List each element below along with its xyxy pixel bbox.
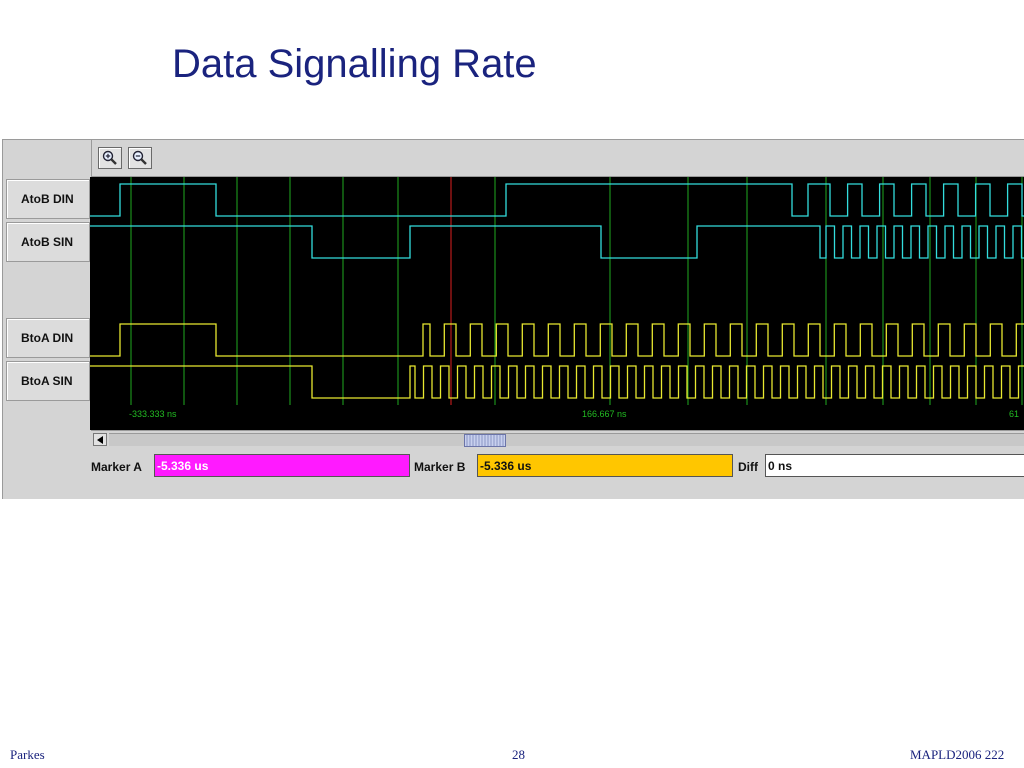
scrollbar-track[interactable]	[109, 433, 1024, 447]
slide-title: Data Signalling Rate	[172, 42, 537, 86]
marker-a-label: Marker A	[91, 460, 142, 474]
zoom-out-icon	[132, 150, 147, 165]
signal-label-btoa-din[interactable]: BtoA DIN	[6, 318, 90, 358]
footer-page-number: 28	[512, 747, 525, 762]
footer-author: Parkes	[10, 747, 45, 762]
signal-label-btoa-sin[interactable]: BtoA SIN	[6, 361, 90, 401]
zoom-in-icon	[102, 150, 117, 165]
signal-label-atob-sin[interactable]: AtoB SIN	[6, 222, 90, 262]
waveform-background	[90, 177, 1024, 430]
signal-label-atob-din[interactable]: AtoB DIN	[6, 179, 90, 219]
waveform-display[interactable]: -333.333 ns 166.667 ns 61	[90, 177, 1024, 430]
time-tick-label: 166.667 ns	[582, 409, 627, 419]
diff-field[interactable]: 0 ns	[765, 454, 1024, 477]
horizontal-scrollbar[interactable]	[91, 430, 1024, 448]
marker-b-field[interactable]: -5.336 us	[477, 454, 733, 477]
signal-label-column: AtoB DIN AtoB SIN BtoA DIN BtoA SIN	[3, 176, 90, 464]
scrollbar-thumb[interactable]	[464, 434, 506, 447]
time-tick-label: 61	[1009, 409, 1019, 419]
zoom-in-button[interactable]	[98, 147, 122, 169]
marker-b-label: Marker B	[414, 460, 466, 474]
time-tick-label: -333.333 ns	[129, 409, 177, 419]
waveform-viewer-window: AtoB DIN AtoB SIN BtoA DIN BtoA SIN -333…	[2, 139, 1024, 499]
viewer-toolbar	[91, 140, 1024, 177]
scroll-left-arrow-icon[interactable]	[93, 433, 107, 446]
marker-bar: Marker A -5.336 us Marker B -5.336 us Di…	[91, 450, 1024, 480]
footer-conference: MAPLD2006 222	[910, 747, 1005, 762]
zoom-out-button[interactable]	[128, 147, 152, 169]
diff-label: Diff	[738, 460, 758, 474]
marker-a-field[interactable]: -5.336 us	[154, 454, 410, 477]
